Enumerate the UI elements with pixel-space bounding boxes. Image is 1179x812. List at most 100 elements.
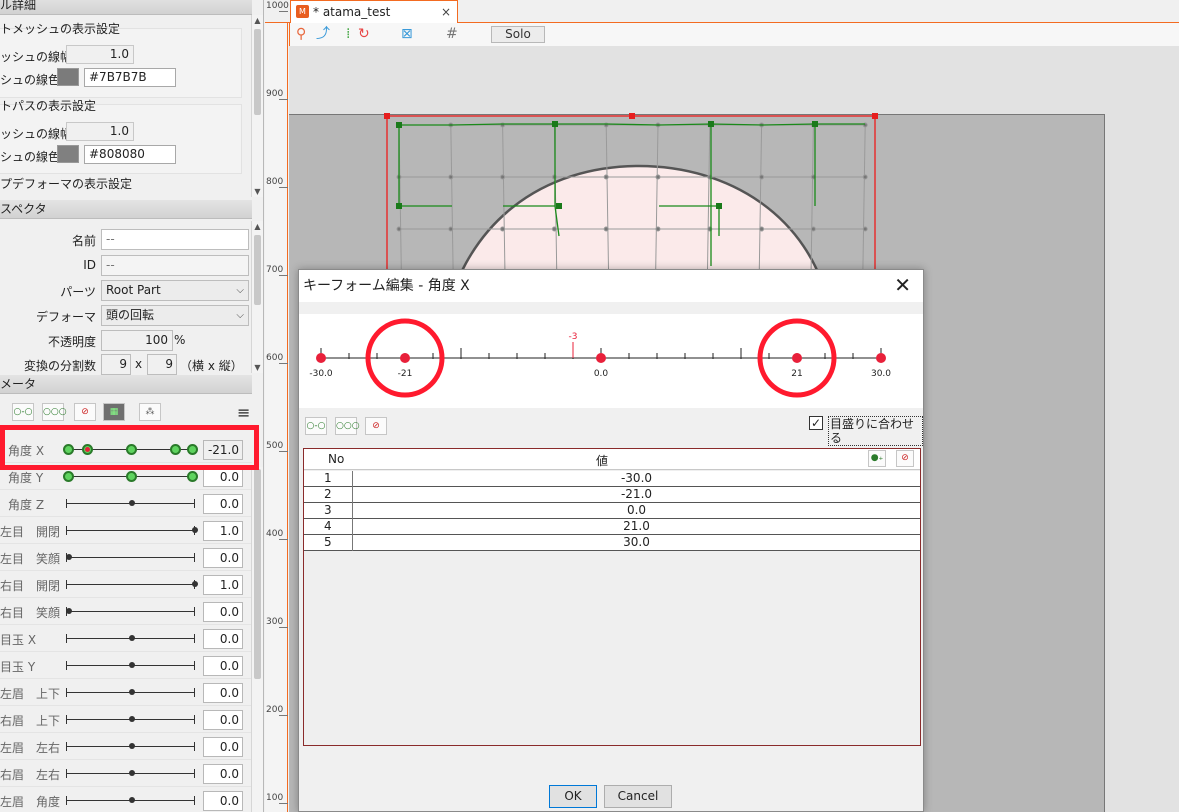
path-edit-icon[interactable]: ⤴ bbox=[316, 26, 330, 42]
divisions-x-input[interactable]: 9 bbox=[101, 354, 131, 375]
slider-handle[interactable] bbox=[129, 797, 135, 803]
keyform-grid-icon[interactable]: ▦ bbox=[103, 403, 125, 421]
parameter-value-input[interactable]: 1.0 bbox=[203, 521, 243, 541]
scroll-thumb[interactable] bbox=[254, 235, 261, 305]
deformer-select[interactable]: 頭の回転 ⌵ bbox=[101, 305, 249, 326]
scroll-thumb[interactable] bbox=[254, 469, 261, 679]
parameter-value-input[interactable]: 0.0 bbox=[203, 629, 243, 649]
keyform-marker[interactable] bbox=[596, 353, 606, 363]
scroll-up-icon[interactable]: ▲ bbox=[252, 15, 263, 26]
row-value[interactable]: 30.0 bbox=[352, 535, 920, 551]
parameter-value-input[interactable]: 0.0 bbox=[203, 710, 243, 730]
add-keyform-icon[interactable]: ○-○ bbox=[12, 403, 34, 421]
parameter-row[interactable]: 右眉 上下 0.0 bbox=[0, 706, 252, 733]
slider-handle[interactable] bbox=[66, 554, 72, 560]
ok-button[interactable]: OK bbox=[549, 785, 597, 808]
parameter-value-input[interactable]: 0.0 bbox=[203, 494, 243, 514]
art-path-color-input[interactable]: #808080 bbox=[84, 145, 176, 164]
slider-handle[interactable] bbox=[129, 689, 135, 695]
divisions-y-input[interactable]: 9 bbox=[147, 354, 177, 375]
rotate-icon[interactable]: ↻ bbox=[358, 26, 370, 42]
keyform-node[interactable] bbox=[63, 471, 74, 482]
parameter-row[interactable]: 左眉 左右 0.0 bbox=[0, 733, 252, 760]
name-input[interactable]: -- bbox=[101, 229, 249, 250]
scroll-down-icon[interactable]: ▼ bbox=[252, 186, 263, 197]
add-keyform-icon[interactable]: ○-○ bbox=[305, 417, 327, 435]
snap-label[interactable]: 目盛りに合わせる bbox=[828, 416, 923, 446]
parameter-slider-track[interactable] bbox=[66, 557, 195, 558]
parameter-row[interactable]: 目玉 X 0.0 bbox=[0, 625, 252, 652]
scroll-up-icon[interactable]: ▲ bbox=[252, 221, 263, 232]
parameter-value-input[interactable]: 0.0 bbox=[203, 602, 243, 622]
document-tab[interactable]: M * atama_test × bbox=[290, 0, 458, 24]
parts-select[interactable]: Root Part ⌵ bbox=[101, 280, 249, 301]
slider-handle[interactable] bbox=[129, 500, 135, 506]
solo-button[interactable]: Solo bbox=[491, 26, 545, 43]
slider-handle[interactable] bbox=[129, 716, 135, 722]
parameter-row[interactable]: 右眉 左右 0.0 bbox=[0, 760, 252, 787]
parameter-slider-track[interactable] bbox=[66, 584, 195, 585]
row-value[interactable]: -30.0 bbox=[352, 471, 920, 487]
add-three-keyforms-icon[interactable]: ○○○ bbox=[42, 403, 67, 421]
parameter-value-input[interactable]: 0.0 bbox=[203, 737, 243, 757]
parameter-scrollbar[interactable] bbox=[251, 467, 263, 812]
add-row-icon[interactable]: ●₊ bbox=[868, 450, 886, 467]
scroll-thumb[interactable] bbox=[254, 29, 261, 115]
parameter-value-input[interactable]: 0.0 bbox=[203, 791, 243, 811]
opacity-input[interactable]: 100 bbox=[101, 330, 173, 351]
parameter-row[interactable]: 左眉 上下 0.0 bbox=[0, 679, 252, 706]
slider-handle[interactable] bbox=[129, 662, 135, 668]
slider-handle[interactable] bbox=[192, 527, 198, 533]
slider-handle[interactable] bbox=[192, 581, 198, 587]
inspector-scrollbar[interactable]: ▲ ▼ bbox=[251, 221, 263, 373]
parameter-row[interactable]: 左目 開閉 1.0 bbox=[0, 517, 252, 544]
delete-keyform-icon[interactable]: ⊘ bbox=[365, 417, 387, 435]
parameter-value-input[interactable]: 0.0 bbox=[203, 467, 243, 487]
grid-icon[interactable]: # bbox=[446, 26, 458, 42]
parameter-value-input[interactable]: 0.0 bbox=[203, 656, 243, 676]
art-path-color-swatch[interactable] bbox=[57, 145, 79, 163]
remove-row-icon[interactable]: ⊘ bbox=[896, 450, 914, 467]
art-mesh-color-input[interactable]: #7B7B7B bbox=[84, 68, 176, 87]
snap-checkbox[interactable]: ✓ bbox=[809, 416, 823, 430]
cancel-button[interactable]: Cancel bbox=[604, 785, 672, 808]
keyform-node[interactable] bbox=[187, 471, 198, 482]
keyform-marker[interactable] bbox=[876, 353, 886, 363]
id-input[interactable]: -- bbox=[101, 255, 249, 276]
add-three-keyforms-icon[interactable]: ○○○ bbox=[335, 417, 360, 435]
parameter-row[interactable]: 左目 笑顔 0.0 bbox=[0, 544, 252, 571]
menu-icon[interactable]: ≡ bbox=[237, 403, 250, 422]
glue-icon[interactable]: ⁞ bbox=[346, 26, 350, 42]
keyform-node[interactable] bbox=[126, 471, 137, 482]
parameter-value-input[interactable]: 1.0 bbox=[203, 575, 243, 595]
keyform-marker[interactable] bbox=[792, 353, 802, 363]
parameter-row[interactable]: 角度 Z 0.0 bbox=[0, 490, 252, 517]
table-row[interactable]: 2 -21.0 bbox=[304, 487, 920, 503]
table-row[interactable]: 3 0.0 bbox=[304, 503, 920, 519]
parameter-row[interactable]: 右目 開閉 1.0 bbox=[0, 571, 252, 598]
table-row[interactable]: 1 -30.0 bbox=[304, 471, 920, 487]
keyform-ruler[interactable]: -3 -30.0 -21 0.0 21 30.0 bbox=[299, 314, 923, 408]
art-mesh-color-swatch[interactable] bbox=[57, 68, 79, 86]
blend-shape-icon[interactable]: ⁂ bbox=[139, 403, 161, 421]
parameter-value-input[interactable]: 0.0 bbox=[203, 683, 243, 703]
parameter-row[interactable]: 左眉 角度 0.0 bbox=[0, 787, 252, 812]
parameter-slider-track[interactable] bbox=[66, 530, 195, 531]
art-mesh-line-width-input[interactable]: 1.0 bbox=[66, 45, 134, 64]
settings-scrollbar[interactable]: ▲ ▼ bbox=[251, 15, 263, 197]
fit-view-icon[interactable]: ⊠ bbox=[401, 26, 413, 42]
table-row[interactable]: 4 21.0 bbox=[304, 519, 920, 535]
delete-keyform-icon[interactable]: ⊘ bbox=[74, 403, 96, 421]
slider-handle[interactable] bbox=[129, 743, 135, 749]
parameter-row[interactable]: 右目 笑顔 0.0 bbox=[0, 598, 252, 625]
row-value[interactable]: -21.0 bbox=[352, 487, 920, 503]
slider-handle[interactable] bbox=[129, 635, 135, 641]
mesh-edit-icon[interactable]: ⚲ bbox=[296, 26, 306, 42]
keyform-marker[interactable] bbox=[400, 353, 410, 363]
close-tab-icon[interactable]: × bbox=[441, 1, 451, 23]
parameter-value-input[interactable]: 0.0 bbox=[203, 548, 243, 568]
slider-handle[interactable] bbox=[66, 608, 72, 614]
parameter-row[interactable]: 目玉 Y 0.0 bbox=[0, 652, 252, 679]
close-icon[interactable]: ✕ bbox=[894, 270, 911, 300]
scroll-down-icon[interactable]: ▼ bbox=[252, 362, 263, 373]
